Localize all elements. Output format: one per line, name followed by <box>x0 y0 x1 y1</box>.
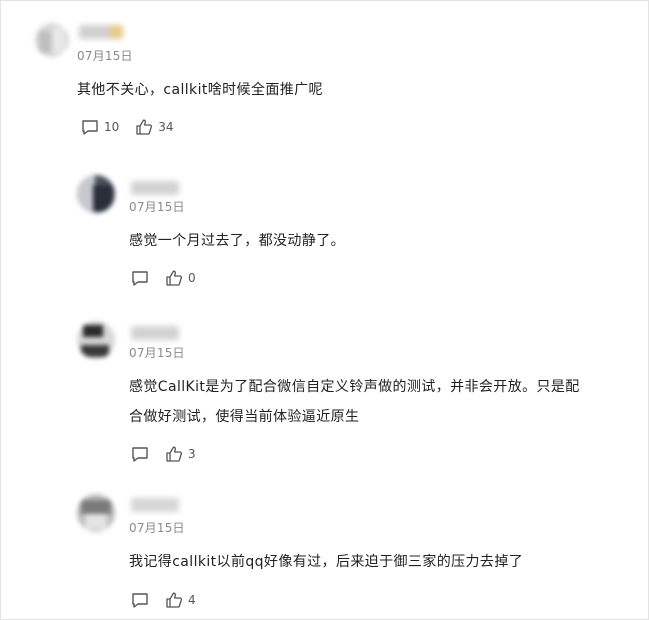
like-button[interactable]: 4 <box>165 591 196 609</box>
thumbs-up-icon <box>165 591 183 609</box>
comment-actions: 4 <box>131 590 212 610</box>
comment-date: 07月15日 <box>129 521 185 535</box>
comment-4: 07月15日 我记得callkit以前qq好像有过，后来迫于御三家的压力去掉了 … <box>1 1 649 620</box>
like-count: 4 <box>188 593 196 607</box>
reply-button[interactable] <box>131 592 149 609</box>
comment-thread: 07月15日 其他不关心，callkit啥时候全面推广呢 10 34 07月15… <box>0 0 649 620</box>
comment-text: 我记得callkit以前qq好像有过，后来迫于御三家的压力去掉了 <box>129 554 524 570</box>
comment-bubble-icon <box>131 592 149 609</box>
avatar[interactable] <box>77 494 115 532</box>
username-blurred[interactable] <box>131 498 179 512</box>
